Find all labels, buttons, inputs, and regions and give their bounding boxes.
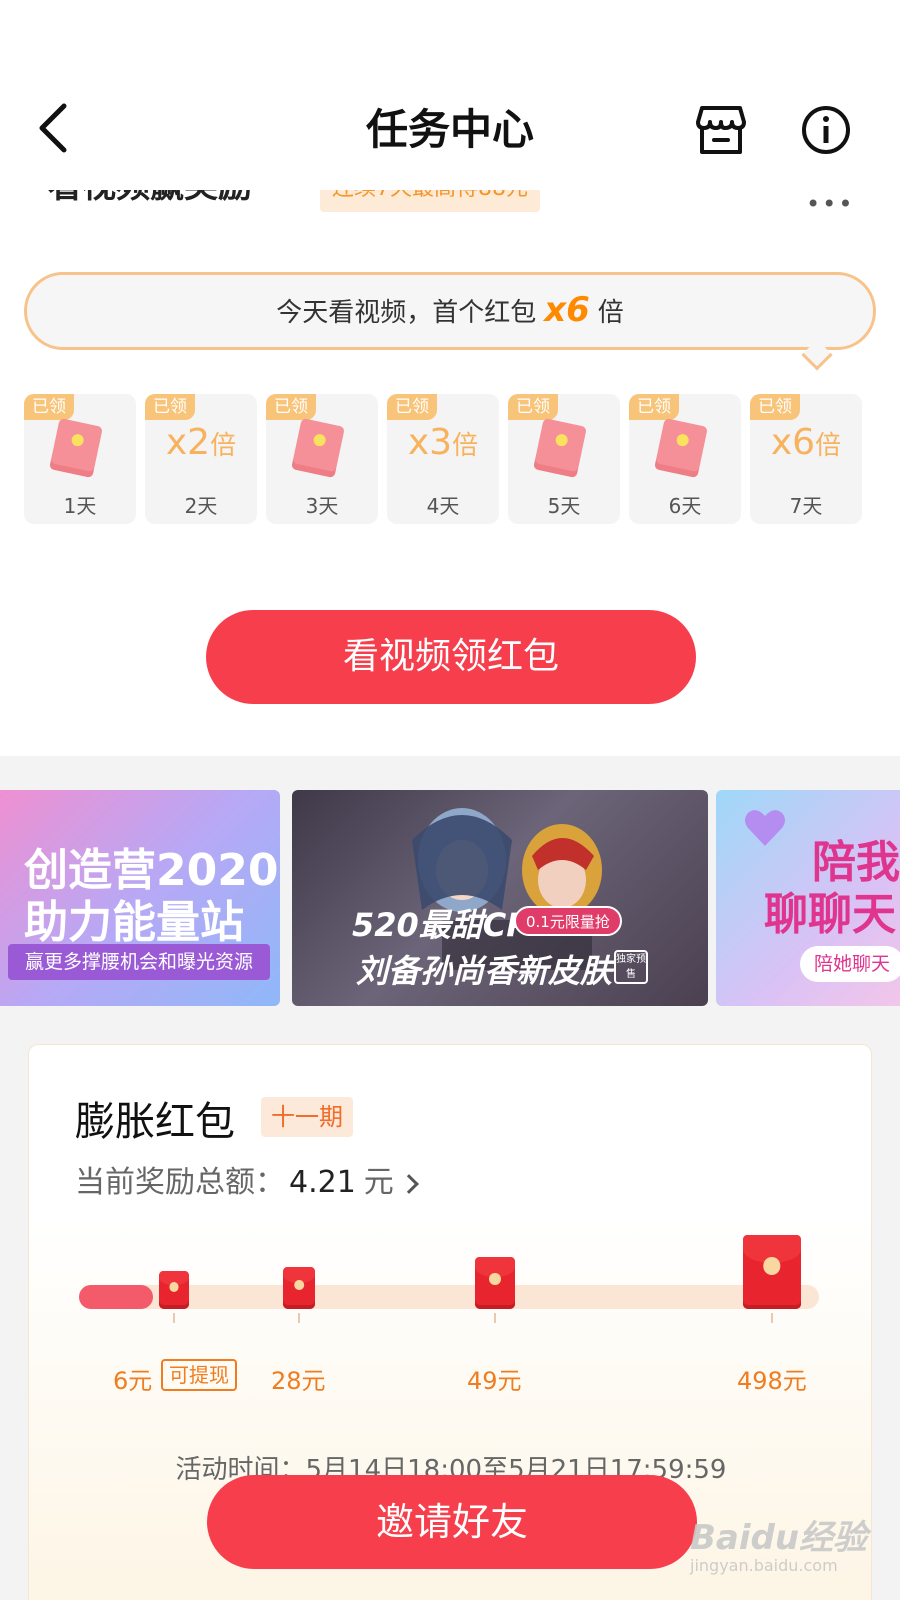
reward-unit: 元 — [363, 1165, 394, 1200]
milestone-label: 498元 — [737, 1367, 807, 1395]
banner-chat[interactable]: 陪我 聊聊天 陪她聊天 — [716, 790, 900, 1006]
page-title: 任务中心 — [365, 105, 534, 154]
redpacket-icon — [533, 417, 587, 479]
claimed-badge: 已领 — [145, 394, 195, 420]
day-multiplier: x6倍 — [750, 422, 862, 463]
day-card: 已领 x6倍 7天 — [750, 394, 862, 524]
banner-subline: 赢更多撑腰机会和曝光资源 — [8, 944, 270, 980]
milestone-tick — [771, 1313, 773, 1323]
multiplier-value: x2 — [165, 422, 211, 463]
redpacket-icon — [283, 1267, 315, 1309]
redpacket-icon — [475, 1257, 515, 1309]
header-bar: 任务中心 — [0, 0, 900, 190]
redpacket-icon — [49, 417, 103, 479]
day-label: 2天 — [184, 494, 218, 518]
info-icon[interactable] — [800, 104, 852, 156]
banner-line: 刘备孙尚香新皮肤 — [356, 952, 613, 990]
day-multiplier: x3倍 — [387, 422, 499, 463]
watermark-url: jingyan.baidu.com — [690, 1556, 838, 1575]
day-card: 已领 6天 — [629, 394, 741, 524]
banner-game-skin[interactable]: 520最甜CP 0.1元限量抢 刘备孙尚香新皮肤 独家预售 — [292, 790, 708, 1006]
day-label: 5天 — [547, 494, 581, 518]
watermark-logo: Baidu经验 — [690, 1518, 868, 1558]
card-title: 膨胀红包 — [75, 1099, 235, 1145]
milestone-label: 49元 — [467, 1367, 522, 1395]
claimed-badge: 已领 — [508, 394, 558, 420]
day-label: 1天 — [63, 494, 97, 518]
withdrawable-tag[interactable]: 可提现 — [161, 1359, 237, 1391]
promo-bubble: 今天看视频，首个红包 x6 倍 — [24, 272, 876, 350]
claimed-badge: 已领 — [750, 394, 800, 420]
store-icon[interactable] — [694, 104, 748, 156]
more-icon[interactable]: ••• — [806, 190, 854, 218]
day-card: 已领 1天 — [24, 394, 136, 524]
claimed-badge: 已领 — [629, 394, 679, 420]
banner-line: 520最甜CP — [352, 906, 530, 944]
day-card: 已领 x3倍 4天 — [387, 394, 499, 524]
period-tag: 十一期 — [261, 1097, 353, 1137]
watch-video-button[interactable]: 看视频领红包 — [206, 610, 696, 704]
banner-line: 聊聊天 — [764, 889, 896, 940]
invite-friends-button[interactable]: 邀请好友 — [207, 1475, 697, 1569]
progress-track — [79, 1285, 819, 1309]
bubble-multiplier: x6 — [544, 290, 590, 330]
day-card: 已领 5天 — [508, 394, 620, 524]
milestone-label: 28元 — [271, 1367, 326, 1395]
multiplier-value: x3 — [407, 422, 453, 463]
bubble-suffix: 倍 — [597, 298, 624, 328]
day-card-row: 已领 1天 已领 x2倍 2天 已领 3天 已领 x3倍 4天 已领 5天 已领 6天 已领 x6倍 7天 — [24, 394, 876, 524]
claimed-badge: 已领 — [387, 394, 437, 420]
redpacket-icon — [159, 1271, 189, 1309]
day-label: 4天 — [426, 494, 460, 518]
bubble-prefix: 今天看视频，首个红包 — [276, 298, 537, 328]
redpacket-icon — [291, 417, 345, 479]
banner-chuangzaoying[interactable]: 创造营2020 助力能量站 赢更多撑腰机会和曝光资源 — [0, 790, 280, 1006]
multiplier-unit: 倍 — [210, 431, 237, 461]
banner-badge: 独家预售 — [614, 950, 648, 984]
claimed-badge: 已领 — [24, 394, 74, 420]
milestone-label: 6元 — [113, 1367, 153, 1395]
multiplier-unit: 倍 — [815, 431, 842, 461]
progress-fill — [79, 1285, 153, 1309]
day-label: 6天 — [668, 494, 702, 518]
redpacket-icon — [743, 1235, 801, 1309]
reward-label: 当前奖励总额： — [75, 1165, 285, 1200]
banner-line: 助力能量站 — [24, 897, 244, 948]
multiplier-value: x6 — [770, 422, 816, 463]
banner-subline: 陪她聊天 — [800, 946, 900, 982]
chevron-right-icon — [398, 1173, 419, 1194]
reward-amount: 4.21 — [289, 1165, 356, 1200]
claimed-badge: 已领 — [266, 394, 316, 420]
milestone-tick — [494, 1313, 496, 1323]
day-label: 3天 — [305, 494, 339, 518]
day-card: 已领 3天 — [266, 394, 378, 524]
redpacket-icon — [654, 417, 708, 479]
milestone-tick — [298, 1313, 300, 1323]
milestone-tick — [173, 1313, 175, 1323]
banner-price-tag: 0.1元限量抢 — [514, 906, 622, 936]
heart-icon — [745, 810, 785, 846]
reward-total-row[interactable]: 当前奖励总额： 4.21 元 — [75, 1157, 419, 1201]
day-label: 7天 — [789, 494, 823, 518]
day-multiplier: x2倍 — [145, 422, 257, 463]
day-card: 已领 x2倍 2天 — [145, 394, 257, 524]
multiplier-unit: 倍 — [452, 431, 479, 461]
